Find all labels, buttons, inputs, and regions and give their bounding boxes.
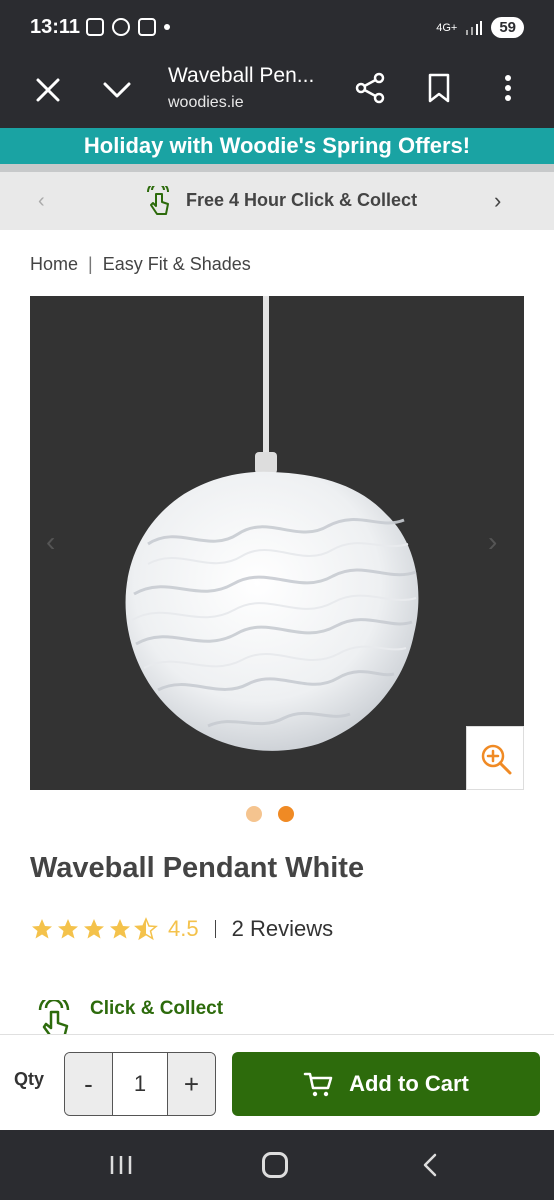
rating-separator	[214, 920, 216, 938]
offer-text[interactable]: Free 4 Hour Click & Collect	[186, 190, 417, 211]
image-dot-2-active[interactable]	[278, 806, 294, 822]
page-domain[interactable]: woodies.ie	[168, 94, 244, 112]
reviews-link[interactable]: 2 Reviews	[232, 916, 333, 942]
star-icon	[32, 919, 52, 939]
zoom-in-icon	[481, 744, 512, 775]
calendar-icon	[138, 18, 156, 36]
chrome-icon	[112, 18, 130, 36]
breadcrumb: Home | Easy Fit & Shades	[30, 254, 251, 275]
quantity-stepper: - 1 +	[64, 1052, 216, 1116]
more-menu-icon[interactable]	[494, 70, 522, 106]
status-notification-icons	[86, 18, 170, 36]
more-notifications-dot	[164, 24, 170, 30]
qty-input[interactable]: 1	[112, 1053, 168, 1115]
close-icon[interactable]	[32, 74, 64, 106]
half-star-icon	[134, 917, 158, 941]
click-collect-hand-icon	[147, 186, 169, 215]
offer-prev-icon[interactable]: ‹	[38, 190, 45, 213]
bookmark-icon[interactable]	[424, 70, 454, 106]
rating-row: 4.5 2 Reviews	[30, 914, 333, 944]
browser-toolbar: Waveball Pen... woodies.ie	[0, 58, 554, 128]
promo-banner[interactable]: Holiday with Woodie's Spring Offers!	[0, 128, 554, 172]
image-prev-icon[interactable]: ‹	[46, 526, 55, 558]
waveball-pendant-image	[125, 471, 419, 751]
offer-carousel: ‹ Free 4 Hour Click & Collect ›	[0, 172, 554, 230]
qty-plus-button[interactable]: +	[168, 1053, 215, 1115]
network-label: 4G+	[436, 21, 458, 34]
chevron-down-icon[interactable]	[100, 74, 134, 106]
breadcrumb-home[interactable]: Home	[30, 254, 78, 275]
click-collect-section: Click & Collect	[30, 994, 554, 1034]
image-dot-1[interactable]	[246, 806, 262, 822]
battery-indicator: 59	[491, 17, 524, 38]
system-nav-bar	[0, 1130, 554, 1200]
breadcrumb-category[interactable]: Easy Fit & Shades	[103, 254, 251, 275]
signal-icon	[466, 20, 483, 35]
recent-apps-icon[interactable]	[108, 1154, 134, 1176]
offer-next-icon[interactable]: ›	[494, 188, 501, 214]
product-title: Waveball Pendant White	[30, 852, 365, 884]
page-title[interactable]: Waveball Pen...	[168, 64, 314, 88]
qty-label: Qty	[14, 1069, 45, 1089]
back-icon[interactable]	[420, 1152, 440, 1178]
zoom-button[interactable]	[466, 726, 524, 790]
add-to-cart-label: Add to Cart	[349, 1071, 469, 1096]
rating-value: 4.5	[168, 916, 199, 941]
click-collect-hand-icon	[38, 1000, 70, 1034]
lamp-cord	[263, 296, 269, 456]
home-icon[interactable]	[262, 1152, 288, 1178]
click-collect-title: Click & Collect	[90, 998, 224, 1019]
star-icon	[110, 919, 130, 939]
image-pagination	[246, 806, 294, 822]
cart-icon	[303, 1072, 333, 1097]
status-right: 4G+ 59	[436, 17, 524, 38]
breadcrumb-separator: |	[88, 254, 93, 274]
status-bar: 13:11 4G+ 59	[0, 0, 554, 58]
add-to-cart-bar: Qty - 1 + Add to Cart	[0, 1034, 554, 1130]
add-to-cart-button[interactable]: Add to Cart	[232, 1052, 540, 1116]
qty-minus-button[interactable]: -	[65, 1053, 112, 1115]
image-next-icon[interactable]: ›	[488, 526, 497, 558]
star-icon	[58, 919, 78, 939]
star-icon	[84, 919, 104, 939]
screenshot-icon	[86, 18, 104, 36]
share-icon[interactable]	[352, 70, 388, 106]
status-time: 13:11	[30, 16, 81, 38]
